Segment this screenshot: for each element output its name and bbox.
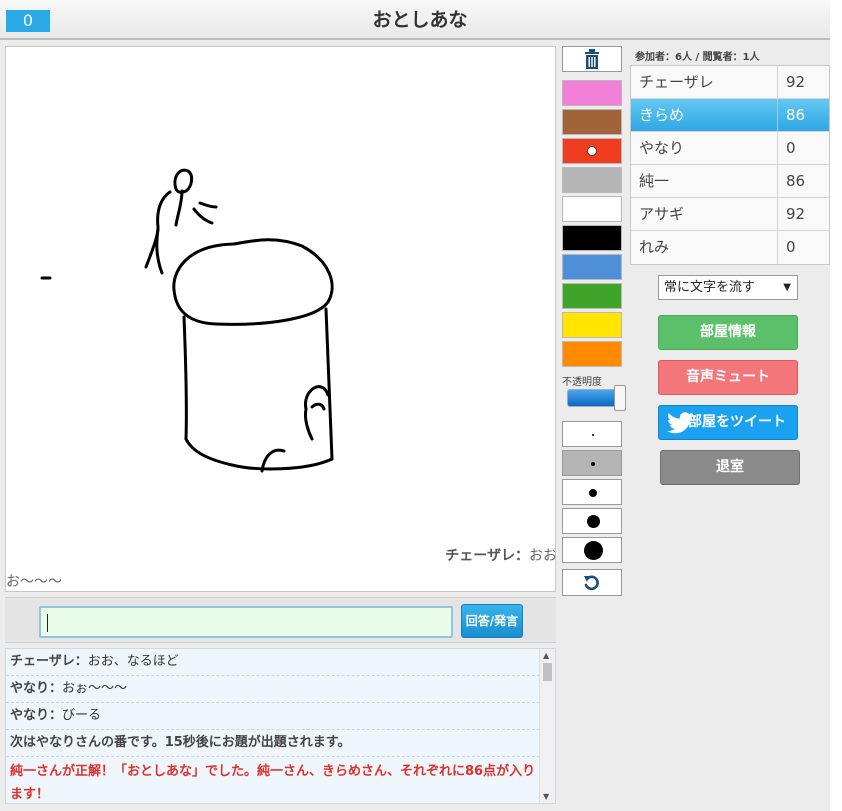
chat-message: やなり：びーる bbox=[6, 703, 540, 730]
color-swatch[interactable] bbox=[562, 254, 622, 280]
opacity-label: 不透明度 bbox=[562, 377, 602, 388]
drawing-strokes bbox=[40, 168, 334, 473]
text-flow-select[interactable]: 常に文字を流す ▼ bbox=[658, 275, 798, 300]
my-score-badge: 0 bbox=[6, 10, 50, 32]
page-edge bbox=[830, 0, 842, 811]
twitter-bird-icon bbox=[667, 412, 693, 434]
brush-size-2[interactable] bbox=[562, 450, 622, 476]
opacity-slider[interactable] bbox=[567, 385, 626, 411]
undo-button[interactable] bbox=[562, 569, 622, 596]
color-swatch[interactable] bbox=[562, 225, 622, 251]
scroll-thumb[interactable] bbox=[543, 663, 552, 681]
overlay-chat-message: チェーザレ：おお bbox=[445, 548, 556, 564]
chat-log[interactable]: チェーザレ：おお、なるほど やなり：おぉ～～～ やなり：びーる 次はやなりさんの… bbox=[5, 648, 556, 804]
player-row: れみ 0 bbox=[631, 231, 829, 264]
tweet-button[interactable]: 部屋をツイート bbox=[658, 405, 798, 440]
scroll-down-icon[interactable]: ▼ bbox=[543, 792, 549, 801]
clear-canvas-button[interactable] bbox=[562, 46, 622, 72]
page-title: おとしあな bbox=[372, 9, 468, 31]
trash-icon bbox=[585, 49, 599, 69]
color-swatch[interactable] bbox=[562, 80, 622, 106]
opacity-slider-handle[interactable] bbox=[614, 385, 626, 411]
color-swatch[interactable] bbox=[562, 283, 622, 309]
text-flow-select-value: 常に文字を流す bbox=[664, 280, 756, 295]
selected-color-indicator bbox=[587, 146, 597, 156]
color-swatch[interactable] bbox=[562, 109, 622, 135]
dropdown-arrow-icon: ▼ bbox=[783, 282, 791, 293]
brush-size-3[interactable] bbox=[562, 479, 622, 505]
brush-size-1[interactable] bbox=[562, 421, 622, 447]
player-row: きらめ 86 bbox=[631, 99, 829, 132]
room-info-button[interactable]: 部屋情報 bbox=[658, 315, 798, 350]
room-counts: 参加者：6人 / 閲覧者：1人 bbox=[635, 52, 760, 63]
player-row: やなり 0 bbox=[631, 132, 829, 165]
player-list: チェーザレ 92 きらめ 86 やなり 0 純一 86 アサギ 92 れみ 0 bbox=[630, 65, 830, 265]
color-swatch[interactable] bbox=[562, 341, 622, 367]
drawing-canvas[interactable]: チェーザレ：おお お～～～ bbox=[5, 46, 556, 592]
scroll-up-icon[interactable]: ▲ bbox=[543, 651, 549, 660]
exit-room-button[interactable]: 退室 bbox=[660, 450, 800, 485]
undo-icon bbox=[584, 575, 599, 590]
system-message: 次はやなりさんの番です。15秒後にお題が出題されます。 bbox=[6, 730, 540, 757]
overlay-chat-message-cont: お～～～ bbox=[6, 574, 62, 590]
color-swatch[interactable] bbox=[562, 167, 622, 193]
submit-answer-button[interactable]: 回答/発言 bbox=[461, 604, 523, 638]
brush-size-5[interactable] bbox=[562, 537, 622, 563]
mute-button[interactable]: 音声ミュート bbox=[658, 360, 798, 395]
color-swatch[interactable] bbox=[562, 312, 622, 338]
chat-scrollbar[interactable]: ▲ ▼ bbox=[539, 649, 555, 803]
answer-input[interactable] bbox=[39, 606, 453, 638]
color-swatch[interactable] bbox=[562, 196, 622, 222]
player-row: チェーザレ 92 bbox=[631, 66, 829, 99]
chat-message: チェーザレ：おお、なるほど bbox=[6, 649, 540, 676]
brush-size-4[interactable] bbox=[562, 508, 622, 534]
color-swatch[interactable] bbox=[562, 138, 622, 164]
top-bar: 0 おとしあな bbox=[0, 0, 830, 40]
answer-bar: 回答/発言 bbox=[5, 597, 556, 643]
player-row: アサギ 92 bbox=[631, 198, 829, 231]
chat-message: やなり：おぉ～～～ bbox=[6, 676, 540, 703]
player-row: 純一 86 bbox=[631, 165, 829, 198]
text-caret bbox=[47, 614, 48, 632]
correct-answer-message: 純一さんが正解！「おとしあな」でした。純一さん、きらめさん、それぞれに86点が入… bbox=[10, 764, 536, 802]
